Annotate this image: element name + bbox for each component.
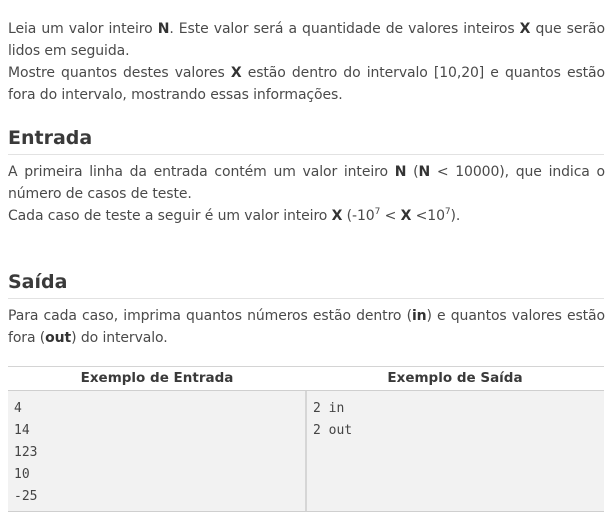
problem-statement: Leia um valor inteiro N. Este valor será…: [0, 0, 616, 531]
output-example-header: Exemplo de Saída: [387, 370, 523, 386]
input-line: 14: [14, 423, 30, 438]
text: Mostre quantos destes valores: [8, 65, 231, 81]
entrada-line-2: Cada caso de teste a seguir é um valor i…: [8, 205, 605, 227]
var-x: X: [519, 21, 531, 37]
text: (: [406, 164, 419, 180]
var-x: X: [400, 208, 412, 224]
text: <: [380, 208, 401, 224]
var-n: N: [157, 21, 170, 37]
input-line: 10: [14, 467, 30, 482]
keyword-in: in: [411, 308, 427, 324]
saida-paragraph: Para cada caso, imprima quantos números …: [8, 305, 605, 349]
intro-paragraph-2: Mostre quantos destes valores X estão de…: [8, 62, 605, 106]
intro-paragraph-1: Leia um valor inteiro N. Este valor será…: [8, 18, 605, 62]
examples-table-header: Exemplo de Entrada Exemplo de Saída: [8, 367, 604, 391]
text: Leia um valor inteiro: [8, 21, 158, 37]
input-example-header: Exemplo de Entrada: [80, 370, 234, 386]
input-example-cell: 4 14 123 10 -25: [8, 391, 305, 511]
text: ) do intervalo.: [71, 330, 168, 346]
examples-table-body: 4 14 123 10 -25 2 in 2 out: [8, 391, 604, 511]
text: Para cada caso, imprima quantos números …: [8, 308, 412, 324]
examples-table: Exemplo de Entrada Exemplo de Saída 4 14…: [8, 366, 604, 512]
output-line: 2 out: [313, 423, 353, 438]
saida-heading: Saída: [8, 271, 68, 293]
output-example-cell: 2 in 2 out: [305, 391, 604, 511]
var-x: X: [331, 208, 343, 224]
text: A primeira linha da entrada contém um va…: [8, 164, 395, 180]
text: (-10: [342, 208, 375, 224]
output-line: 2 in: [313, 401, 345, 416]
entrada-line-1: A primeira linha da entrada contém um va…: [8, 161, 605, 205]
divider: [8, 154, 604, 155]
text: ).: [450, 208, 461, 224]
keyword-out: out: [45, 330, 72, 346]
input-line: 4: [14, 401, 22, 416]
text: . Este valor será a quantidade de valore…: [169, 21, 520, 37]
var-n: N: [394, 164, 407, 180]
text: Cada caso de teste a seguir é um valor i…: [8, 208, 332, 224]
input-line: -25: [14, 489, 38, 504]
text: <10: [411, 208, 445, 224]
input-line: 123: [14, 445, 38, 460]
var-x: X: [230, 65, 242, 81]
entrada-heading: Entrada: [8, 127, 93, 149]
var-n: N: [418, 164, 431, 180]
divider: [8, 298, 604, 299]
